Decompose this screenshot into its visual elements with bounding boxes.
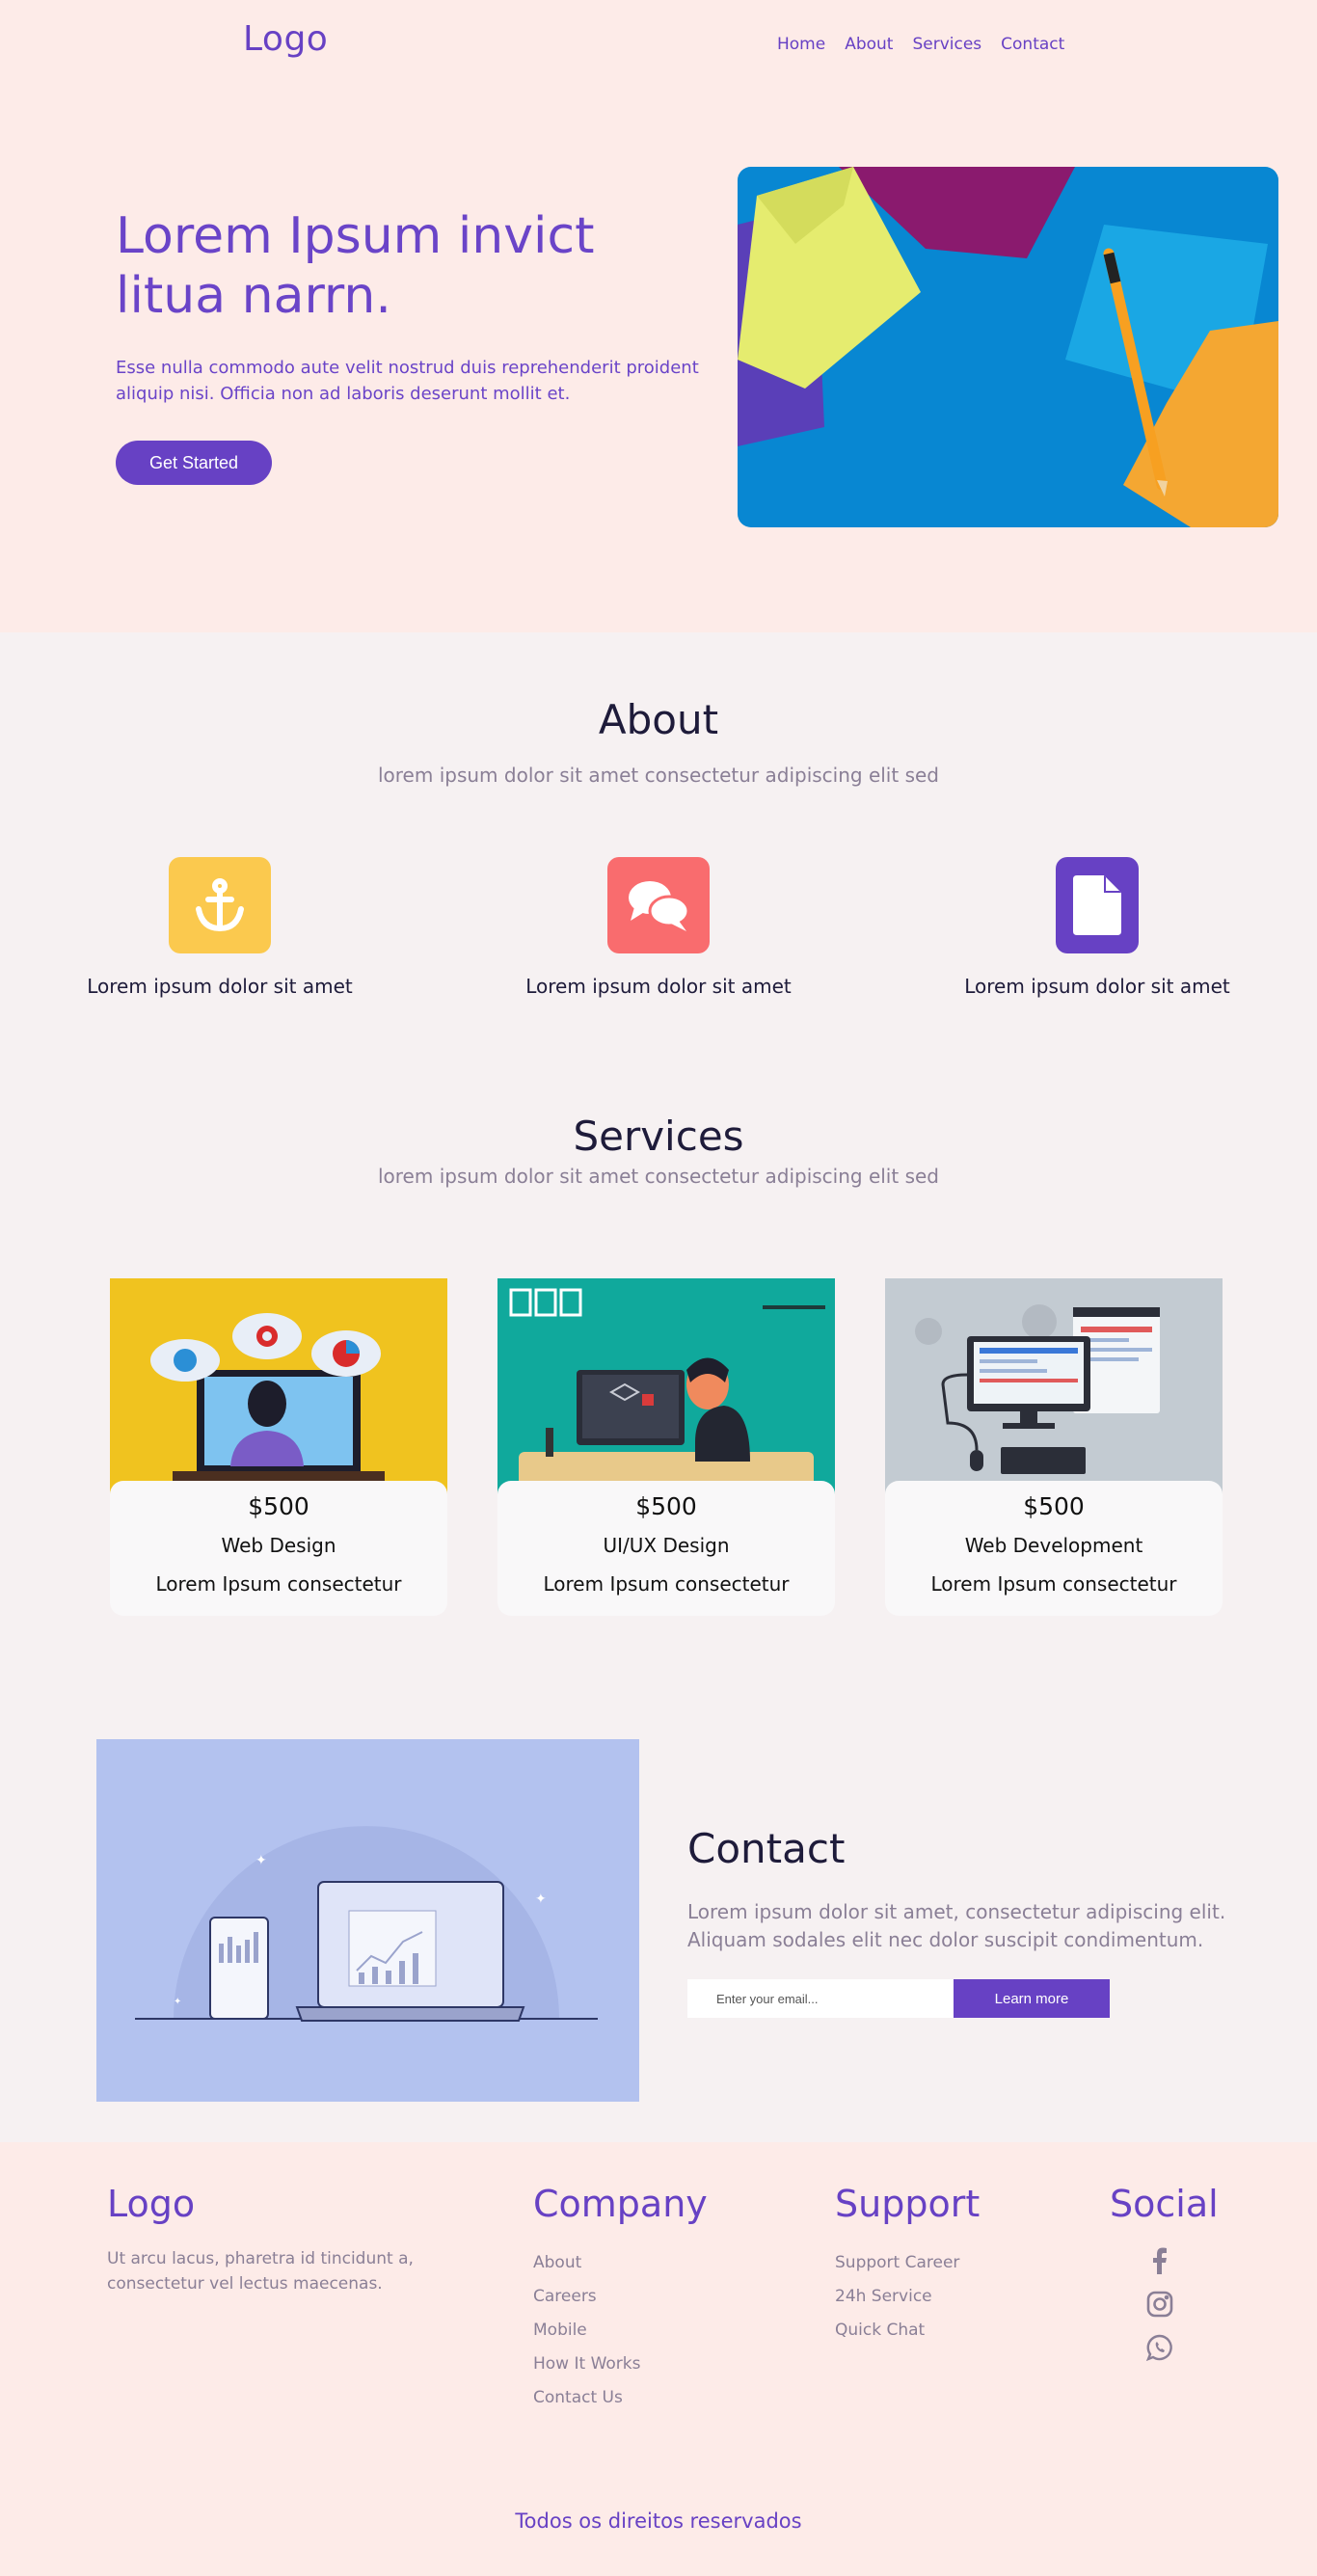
instagram-icon[interactable] xyxy=(1145,2290,1174,2319)
footer-company-title: Company xyxy=(533,2183,708,2225)
svg-text:✦: ✦ xyxy=(174,1997,181,2007)
footer-link-about[interactable]: About xyxy=(533,2246,640,2280)
about-feature-label: Lorem ipsum dolor sit amet xyxy=(87,975,353,998)
contact-illustration: ✦ ✦ ✦ xyxy=(96,1739,639,2102)
services-title: Services xyxy=(573,1113,744,1160)
footer-social-title: Social xyxy=(1110,2183,1219,2225)
service-desc: Lorem Ipsum consectetur xyxy=(155,1572,402,1596)
footer-link-quick-chat[interactable]: Quick Chat xyxy=(835,2314,959,2348)
svg-text:✦: ✦ xyxy=(535,1892,547,1907)
footer-link-24h-service[interactable]: 24h Service xyxy=(835,2280,959,2314)
about-feature-1: Lorem ipsum dolor sit amet xyxy=(46,857,393,998)
service-desc: Lorem Ipsum consectetur xyxy=(930,1572,1177,1596)
footer-link-mobile[interactable]: Mobile xyxy=(533,2314,640,2348)
web-design-illustration xyxy=(110,1278,447,1500)
contact-title: Contact xyxy=(687,1825,846,1872)
email-field[interactable] xyxy=(687,1979,954,2018)
service-price: $500 xyxy=(1023,1492,1085,1520)
document-icon xyxy=(1056,857,1139,953)
whatsapp-icon[interactable] xyxy=(1145,2333,1174,2362)
footer-company-links: About Careers Mobile How It Works Contac… xyxy=(533,2246,640,2415)
service-card-web-design[interactable]: $500 Web Design Lorem Ipsum consectetur xyxy=(110,1278,447,1616)
footer-link-careers[interactable]: Careers xyxy=(533,2280,640,2314)
service-name: Web Development xyxy=(964,1534,1143,1557)
about-feature-3: Lorem ipsum dolor sit amet xyxy=(924,857,1271,998)
hero-section: Logo Home About Services Contact Lorem I… xyxy=(0,0,1317,632)
nav-contact[interactable]: Contact xyxy=(1001,35,1064,54)
hero-title: Lorem Ipsum invict litua narrn. xyxy=(116,207,595,325)
nav-services[interactable]: Services xyxy=(912,35,981,54)
nav-home[interactable]: Home xyxy=(777,35,825,54)
footer-description: Ut arcu lacus, pharetra id tincidunt a, … xyxy=(107,2249,414,2294)
service-card-web-development[interactable]: $500 Web Development Lorem Ipsum consect… xyxy=(885,1278,1223,1616)
footer-link-contact-us[interactable]: Contact Us xyxy=(533,2381,640,2415)
copyright-text: Todos os direitos reservados xyxy=(515,2509,802,2533)
service-card-body: $500 Web Design Lorem Ipsum consectetur xyxy=(110,1481,447,1616)
web-development-illustration xyxy=(885,1278,1223,1500)
footer-link-support-career[interactable]: Support Career xyxy=(835,2246,959,2280)
about-subtitle: lorem ipsum dolor sit amet consectetur a… xyxy=(377,764,939,787)
svg-text:✦: ✦ xyxy=(255,1853,267,1868)
learn-more-button[interactable]: Learn more xyxy=(954,1979,1110,2018)
footer-logo[interactable]: Logo xyxy=(107,2183,195,2225)
chat-bubbles-icon xyxy=(607,857,710,953)
anchor-icon xyxy=(169,857,271,953)
nav-about[interactable]: About xyxy=(845,35,893,54)
footer-link-how-it-works[interactable]: How It Works xyxy=(533,2348,640,2381)
hero-image-envelopes xyxy=(738,167,1278,527)
main-nav: Home About Services Contact xyxy=(777,35,1064,54)
footer-support-title: Support xyxy=(835,2183,981,2225)
about-title: About xyxy=(598,696,719,743)
contact-text: Lorem ipsum dolor sit amet, consectetur … xyxy=(687,1900,1226,1951)
service-name: UI/UX Design xyxy=(603,1534,730,1557)
service-card-body: $500 Web Development Lorem Ipsum consect… xyxy=(885,1481,1223,1616)
get-started-button[interactable]: Get Started xyxy=(116,441,272,485)
services-subtitle: lorem ipsum dolor sit amet consectetur a… xyxy=(377,1165,939,1188)
service-desc: Lorem Ipsum consectetur xyxy=(543,1572,790,1596)
about-feature-2: Lorem ipsum dolor sit amet xyxy=(485,857,832,998)
facebook-icon[interactable] xyxy=(1145,2246,1174,2275)
uiux-design-illustration xyxy=(497,1278,835,1500)
about-feature-label: Lorem ipsum dolor sit amet xyxy=(525,975,792,998)
social-links xyxy=(1145,2246,1174,2376)
about-feature-label: Lorem ipsum dolor sit amet xyxy=(964,975,1230,998)
hero-text: Esse nulla commodo aute velit nostrud du… xyxy=(116,358,699,404)
header-logo[interactable]: Logo xyxy=(243,19,328,59)
service-price: $500 xyxy=(635,1492,697,1520)
service-price: $500 xyxy=(248,1492,309,1520)
service-name: Web Design xyxy=(221,1534,336,1557)
service-card-uiux-design[interactable]: $500 UI/UX Design Lorem Ipsum consectetu… xyxy=(497,1278,835,1616)
service-card-body: $500 UI/UX Design Lorem Ipsum consectetu… xyxy=(497,1481,835,1616)
footer-support-links: Support Career 24h Service Quick Chat xyxy=(835,2246,959,2348)
